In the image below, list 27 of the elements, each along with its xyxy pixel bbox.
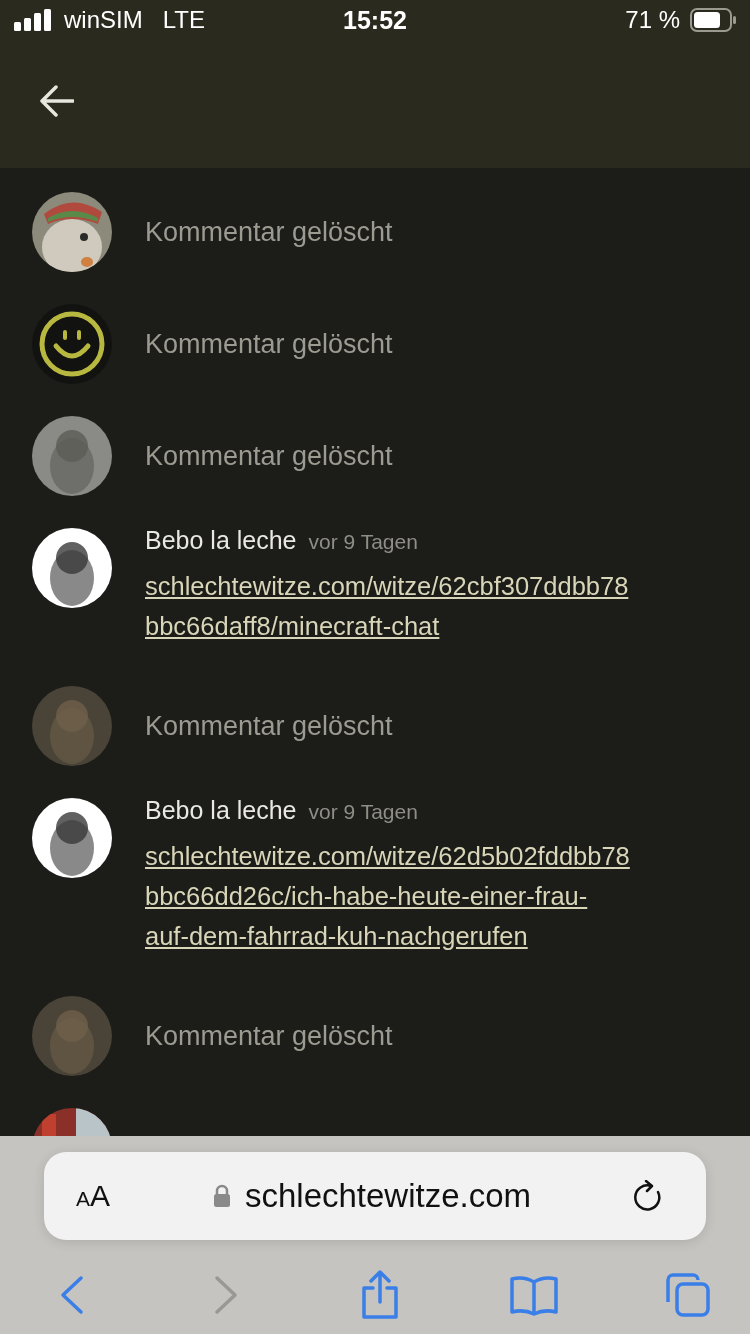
deleted-comment-text: Kommentar gelöscht [145, 216, 393, 248]
clock: 15:52 [342, 5, 408, 35]
address-bar[interactable]: AA schlechtewitze.com [44, 1152, 706, 1240]
deleted-comment-text: Kommentar gelöscht [145, 710, 393, 742]
network-type: LTE [162, 6, 205, 34]
battery-icon [690, 8, 736, 32]
text-size-button[interactable]: AA [76, 1179, 111, 1213]
battery-percent: 71 % [625, 6, 680, 34]
reload-icon[interactable] [634, 1180, 664, 1212]
comment-link[interactable]: schlechtewitze.com/witze/62d5b02fddbb78 bbc66dd26c/ich-habe-heute-einer-frau- auf-dem-fahrrad-kuh-nachgerufen [145, 836, 630, 956]
url-text: schlechtewitze.com [244, 1177, 532, 1215]
carrier-name: winSIM [64, 6, 143, 34]
author-name[interactable]: Bebo la leche [145, 796, 297, 825]
comment-time: vor 9 Tagen [308, 800, 418, 824]
author-name[interactable]: Bebo la leche [145, 526, 297, 555]
comment-link[interactable]: schlechtewitze.com/witze/62cbf307ddbb78 bbc66daff8/minecraft-chat [145, 566, 629, 646]
comment-time: vor 9 Tagen [308, 530, 418, 554]
lock-icon [212, 1184, 231, 1208]
deleted-comment-text: Kommentar gelöscht [145, 328, 393, 360]
share-icon[interactable] [360, 1270, 400, 1320]
back-arrow-icon[interactable] [40, 85, 74, 117]
back-icon[interactable] [59, 1275, 85, 1315]
deleted-comment-text: Kommentar gelöscht [145, 1020, 393, 1052]
deleted-comment-text: Kommentar gelöscht [145, 440, 393, 472]
bookmarks-icon[interactable] [509, 1274, 559, 1316]
signal-icon [14, 9, 54, 31]
tabs-icon[interactable] [665, 1272, 711, 1318]
